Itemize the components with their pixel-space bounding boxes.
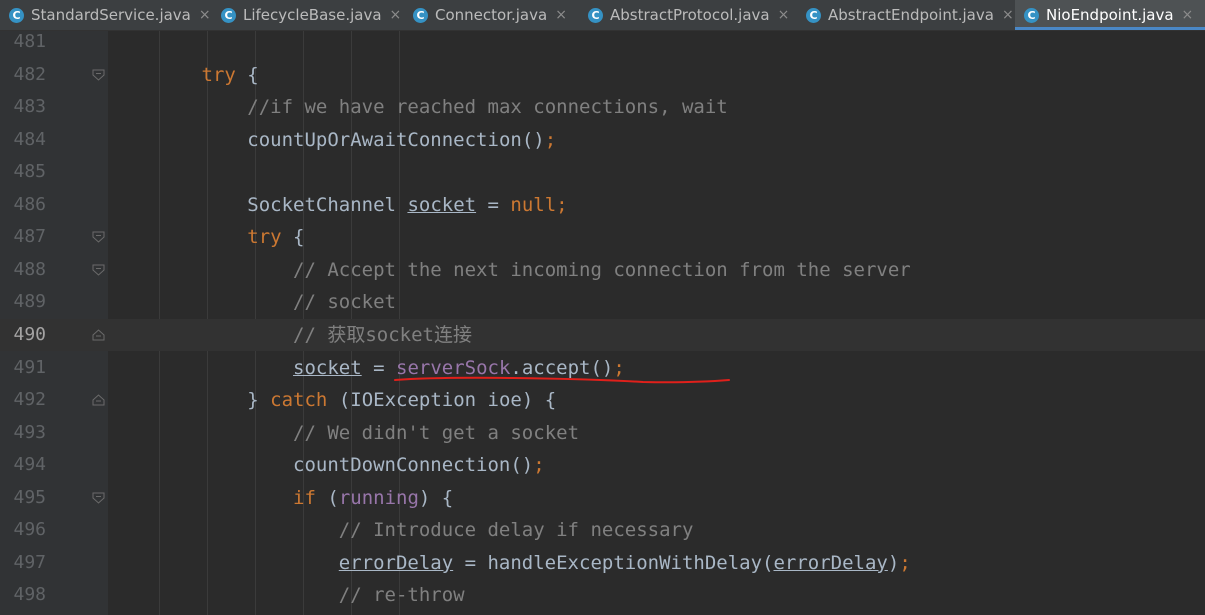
code-text: // re-throw — [110, 579, 465, 611]
code-token: ( — [315, 486, 339, 509]
code-token: // re-throw — [338, 584, 465, 607]
code-token: // socket — [293, 291, 396, 314]
line-number: 485 — [13, 161, 46, 183]
code-token: ) { — [418, 486, 454, 509]
code-line[interactable]: 489 // socket — [0, 286, 1205, 318]
code-token: // We didn't get a socket — [293, 421, 580, 444]
code-token: errorDelay — [773, 551, 888, 574]
code-line[interactable]: 485 — [0, 156, 1205, 188]
code-line[interactable]: 493 // We didn't get a socket — [0, 417, 1205, 449]
code-token: = handleExceptionWithDelay( — [453, 551, 774, 574]
line-number: 486 — [13, 193, 46, 215]
code-text: if (running) { — [110, 482, 453, 514]
code-line[interactable]: 483 //if we have reached max connections… — [0, 91, 1205, 123]
code-token: try — [247, 226, 282, 249]
code-text: // Accept the next incoming connection f… — [110, 254, 911, 286]
line-number: 484 — [13, 128, 46, 150]
line-number: 483 — [13, 96, 46, 118]
code-token: ; — [899, 551, 911, 574]
code-editor[interactable]: 481 482 try {483 //if we have reached max… — [0, 0, 1205, 615]
fold-open-icon[interactable] — [92, 231, 105, 243]
code-token: = — [476, 193, 511, 216]
code-line[interactable]: 487 try { — [0, 221, 1205, 253]
code-token: } — [247, 389, 271, 412]
code-token: // 获取socket连接 — [293, 323, 472, 346]
code-text: SocketChannel socket = null; — [110, 189, 568, 221]
fold-end-icon[interactable] — [92, 329, 105, 341]
red-hand-drawn-underline — [394, 376, 730, 384]
code-line[interactable]: 496 // Introduce delay if necessary — [0, 514, 1205, 546]
code-token: null — [510, 193, 557, 216]
code-token: countUpOrAwaitConnection() — [247, 128, 545, 151]
code-line[interactable]: 482 try { — [0, 59, 1205, 91]
code-token: ; — [544, 128, 557, 151]
code-text: errorDelay = handleExceptionWithDelay(er… — [110, 547, 911, 579]
code-token: { — [281, 226, 305, 249]
code-text: // We didn't get a socket — [110, 417, 579, 449]
code-line[interactable]: 488 // Accept the next incoming connecti… — [0, 254, 1205, 286]
line-number: 497 — [13, 551, 46, 573]
code-text: try { — [110, 59, 259, 91]
code-text: // socket — [110, 286, 396, 318]
code-line[interactable]: 497 errorDelay = handleExceptionWithDela… — [0, 547, 1205, 579]
line-number: 491 — [13, 356, 46, 378]
line-number: 492 — [13, 389, 46, 411]
code-token: running — [338, 486, 419, 509]
code-token: SocketChannel — [247, 193, 408, 216]
code-token: try — [201, 63, 236, 86]
code-token: ; — [556, 193, 568, 216]
line-number: 495 — [13, 486, 46, 508]
code-token: socket — [407, 193, 477, 216]
code-token: catch — [270, 389, 328, 412]
line-number: 494 — [13, 454, 46, 476]
line-number: 498 — [13, 584, 46, 606]
code-token: //if we have reached max connections, wa… — [247, 96, 728, 119]
line-number: 488 — [13, 258, 46, 280]
code-line[interactable]: 498 // re-throw — [0, 579, 1205, 611]
fold-end-icon[interactable] — [92, 394, 105, 406]
code-line[interactable]: 494 countDownConnection(); — [0, 449, 1205, 481]
fold-open-icon[interactable] — [92, 264, 105, 276]
code-text: // 获取socket连接 — [110, 319, 472, 351]
code-token: countDownConnection() — [293, 454, 534, 477]
code-token: // Accept the next incoming connection f… — [293, 258, 911, 281]
code-token: // Introduce delay if necessary — [338, 519, 694, 542]
code-text: countUpOrAwaitConnection(); — [110, 124, 556, 156]
code-token: socket — [293, 356, 362, 379]
line-number: 490 — [13, 323, 46, 345]
code-text: //if we have reached max connections, wa… — [110, 91, 728, 123]
code-token: if — [293, 486, 316, 509]
code-line[interactable]: 490 // 获取socket连接 — [0, 318, 1205, 351]
code-line[interactable]: 486 SocketChannel socket = null; — [0, 189, 1205, 221]
code-token: (IOException ioe) { — [327, 389, 557, 412]
line-number: 496 — [13, 519, 46, 541]
line-number: 493 — [13, 421, 46, 443]
code-token: ; — [533, 454, 545, 477]
code-line[interactable]: 484 countUpOrAwaitConnection(); — [0, 124, 1205, 156]
code-text: try { — [110, 221, 305, 253]
code-token: = — [361, 356, 396, 379]
code-text: // Introduce delay if necessary — [110, 514, 694, 546]
code-line[interactable]: 481 — [0, 26, 1205, 58]
fold-open-icon[interactable] — [92, 492, 105, 504]
code-token: ) — [887, 551, 900, 574]
line-number: 482 — [13, 63, 46, 85]
line-number: 481 — [13, 31, 46, 52]
line-number: 487 — [13, 226, 46, 248]
code-token: { — [235, 63, 259, 86]
code-token: errorDelay — [338, 551, 454, 574]
fold-open-icon[interactable] — [92, 69, 105, 81]
code-text: countDownConnection(); — [110, 449, 545, 481]
line-number: 489 — [13, 291, 46, 313]
code-line[interactable]: 495 if (running) { — [0, 482, 1205, 514]
